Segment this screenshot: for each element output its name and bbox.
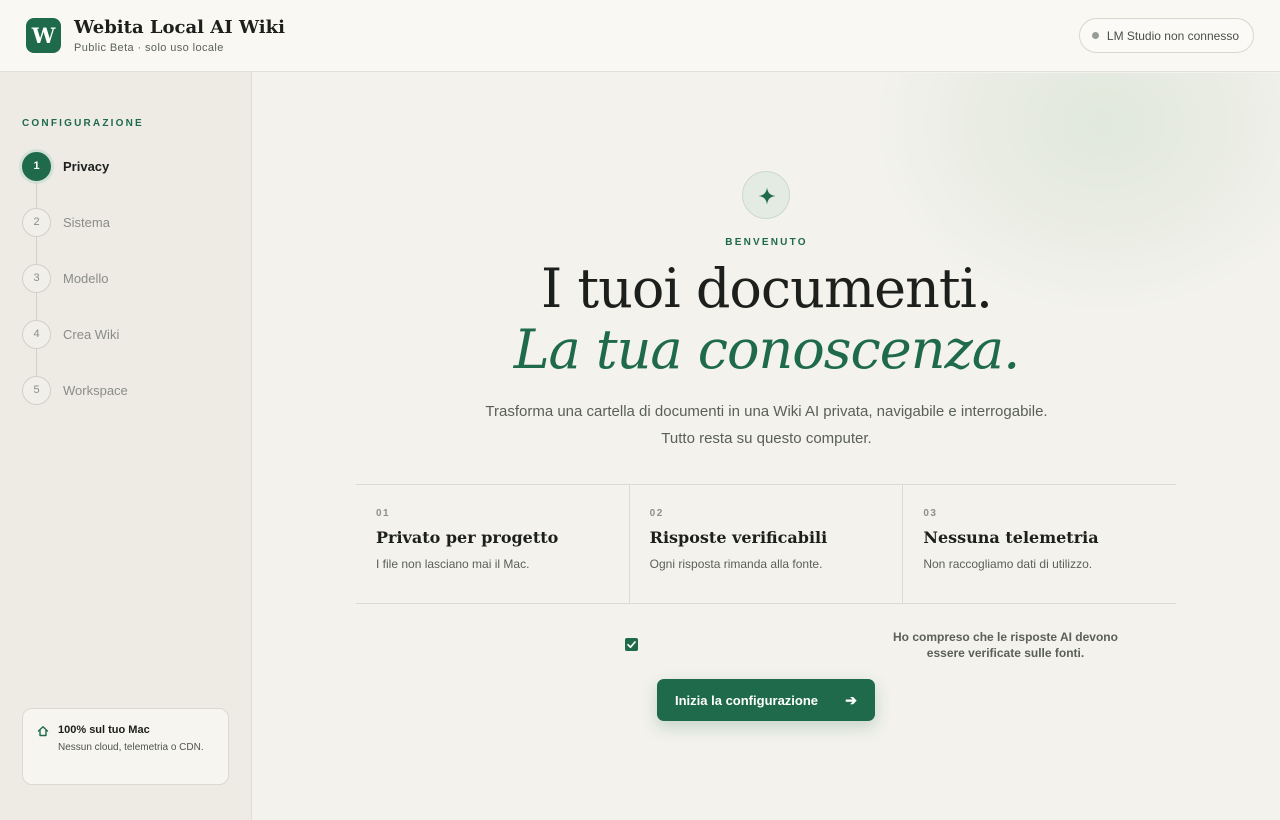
step-number: 2: [22, 208, 51, 237]
start-setup-button[interactable]: Inizia la configurazione ➔: [657, 679, 875, 721]
step-workspace[interactable]: 5 Workspace: [22, 376, 232, 432]
sparkle-icon: [758, 187, 776, 205]
step-label: Sistema: [63, 215, 110, 230]
step-connector: [36, 293, 37, 320]
feature-number: 03: [923, 508, 938, 519]
step-number: 5: [22, 376, 51, 405]
feature-item: 01 Privato per progetto I file non lasci…: [356, 485, 630, 603]
step-number: 1: [22, 152, 51, 181]
start-setup-label: Inizia la configurazione: [675, 692, 819, 708]
step-crea-wiki[interactable]: 4 Crea Wiki: [22, 320, 232, 376]
feature-title: Risposte verificabili: [649, 528, 828, 547]
feature-list: 01 Privato per progetto I file non lasci…: [356, 484, 1176, 604]
arrow-right-icon: ➔: [845, 691, 857, 708]
headline-line-2: La tua conoscenza.: [513, 318, 1021, 381]
step-connector: [36, 237, 37, 264]
step-number: 4: [22, 320, 51, 349]
lead-line-1: Trasforma una cartella di documenti in u…: [485, 403, 1048, 420]
step-privacy[interactable]: 1 Privacy: [22, 152, 232, 208]
step-label: Crea Wiki: [63, 327, 120, 342]
lead-text: Trasforma una cartella di documenti in u…: [253, 398, 1280, 452]
step-sistema[interactable]: 2 Sistema: [22, 208, 232, 264]
feature-number: 01: [376, 508, 391, 519]
status-label: LM Studio non connesso: [1106, 28, 1239, 43]
consent-label: Ho compreso che le risposte AI devono es…: [893, 630, 1118, 660]
lead-line-2: Tutto resta su questo computer.: [661, 430, 872, 447]
feature-item: 02 Risposte verificabili Ogni risposta r…: [630, 485, 904, 603]
status-dot-icon: [1091, 32, 1099, 39]
info-card-text: Nessun cloud, telemetria o CDN.: [58, 742, 204, 753]
step-modello[interactable]: 3 Modello: [22, 264, 232, 320]
feature-number: 02: [649, 508, 664, 519]
step-label: Workspace: [63, 383, 128, 398]
setup-steps: 1 Privacy 2 Sistema 3 Modello 4 Crea Wik…: [22, 152, 232, 432]
app-title: Webita Local AI Wiki: [74, 17, 285, 38]
sidebar-heading: CONFIGURAZIONE: [22, 118, 144, 129]
app-logo: W: [26, 18, 61, 53]
feature-description: Non raccogliamo dati di utilizzo.: [923, 557, 1093, 571]
feature-description: Ogni risposta rimanda alla fonte.: [649, 557, 823, 571]
step-number: 3: [22, 264, 51, 293]
sidebar: CONFIGURAZIONE 1 Privacy 2 Sistema 3 Mod…: [0, 72, 252, 820]
feature-item: 03 Nessuna telemetria Non raccogliamo da…: [903, 485, 1176, 603]
home-icon: [37, 726, 49, 737]
checkmark-icon: [627, 641, 636, 649]
headline-line-1: I tuoi documenti.: [540, 257, 993, 320]
feature-description: I file non lasciano mai il Mac.: [376, 557, 530, 571]
step-label: Modello: [63, 271, 109, 286]
info-card-title: 100% sul tuo Mac: [58, 724, 150, 736]
feature-title: Nessuna telemetria: [923, 528, 1099, 547]
step-connector: [36, 181, 37, 208]
step-label: Privacy: [63, 159, 110, 174]
top-bar: W Webita Local AI Wiki Public Beta · sol…: [0, 0, 1280, 72]
step-connector: [36, 349, 37, 376]
main-content: BENVENUTO I tuoi documenti. La tua conos…: [253, 73, 1280, 820]
app-subtitle: Public Beta · solo uso locale: [74, 42, 224, 54]
consent-checkbox[interactable]: [625, 638, 638, 651]
welcome-badge: [742, 171, 790, 219]
feature-title: Privato per progetto: [376, 528, 559, 547]
local-info-card: 100% sul tuo Mac Nessun cloud, telemetri…: [22, 708, 229, 785]
welcome-eyebrow: BENVENUTO: [725, 237, 808, 248]
lm-studio-status-button[interactable]: LM Studio non connesso: [1078, 18, 1254, 53]
